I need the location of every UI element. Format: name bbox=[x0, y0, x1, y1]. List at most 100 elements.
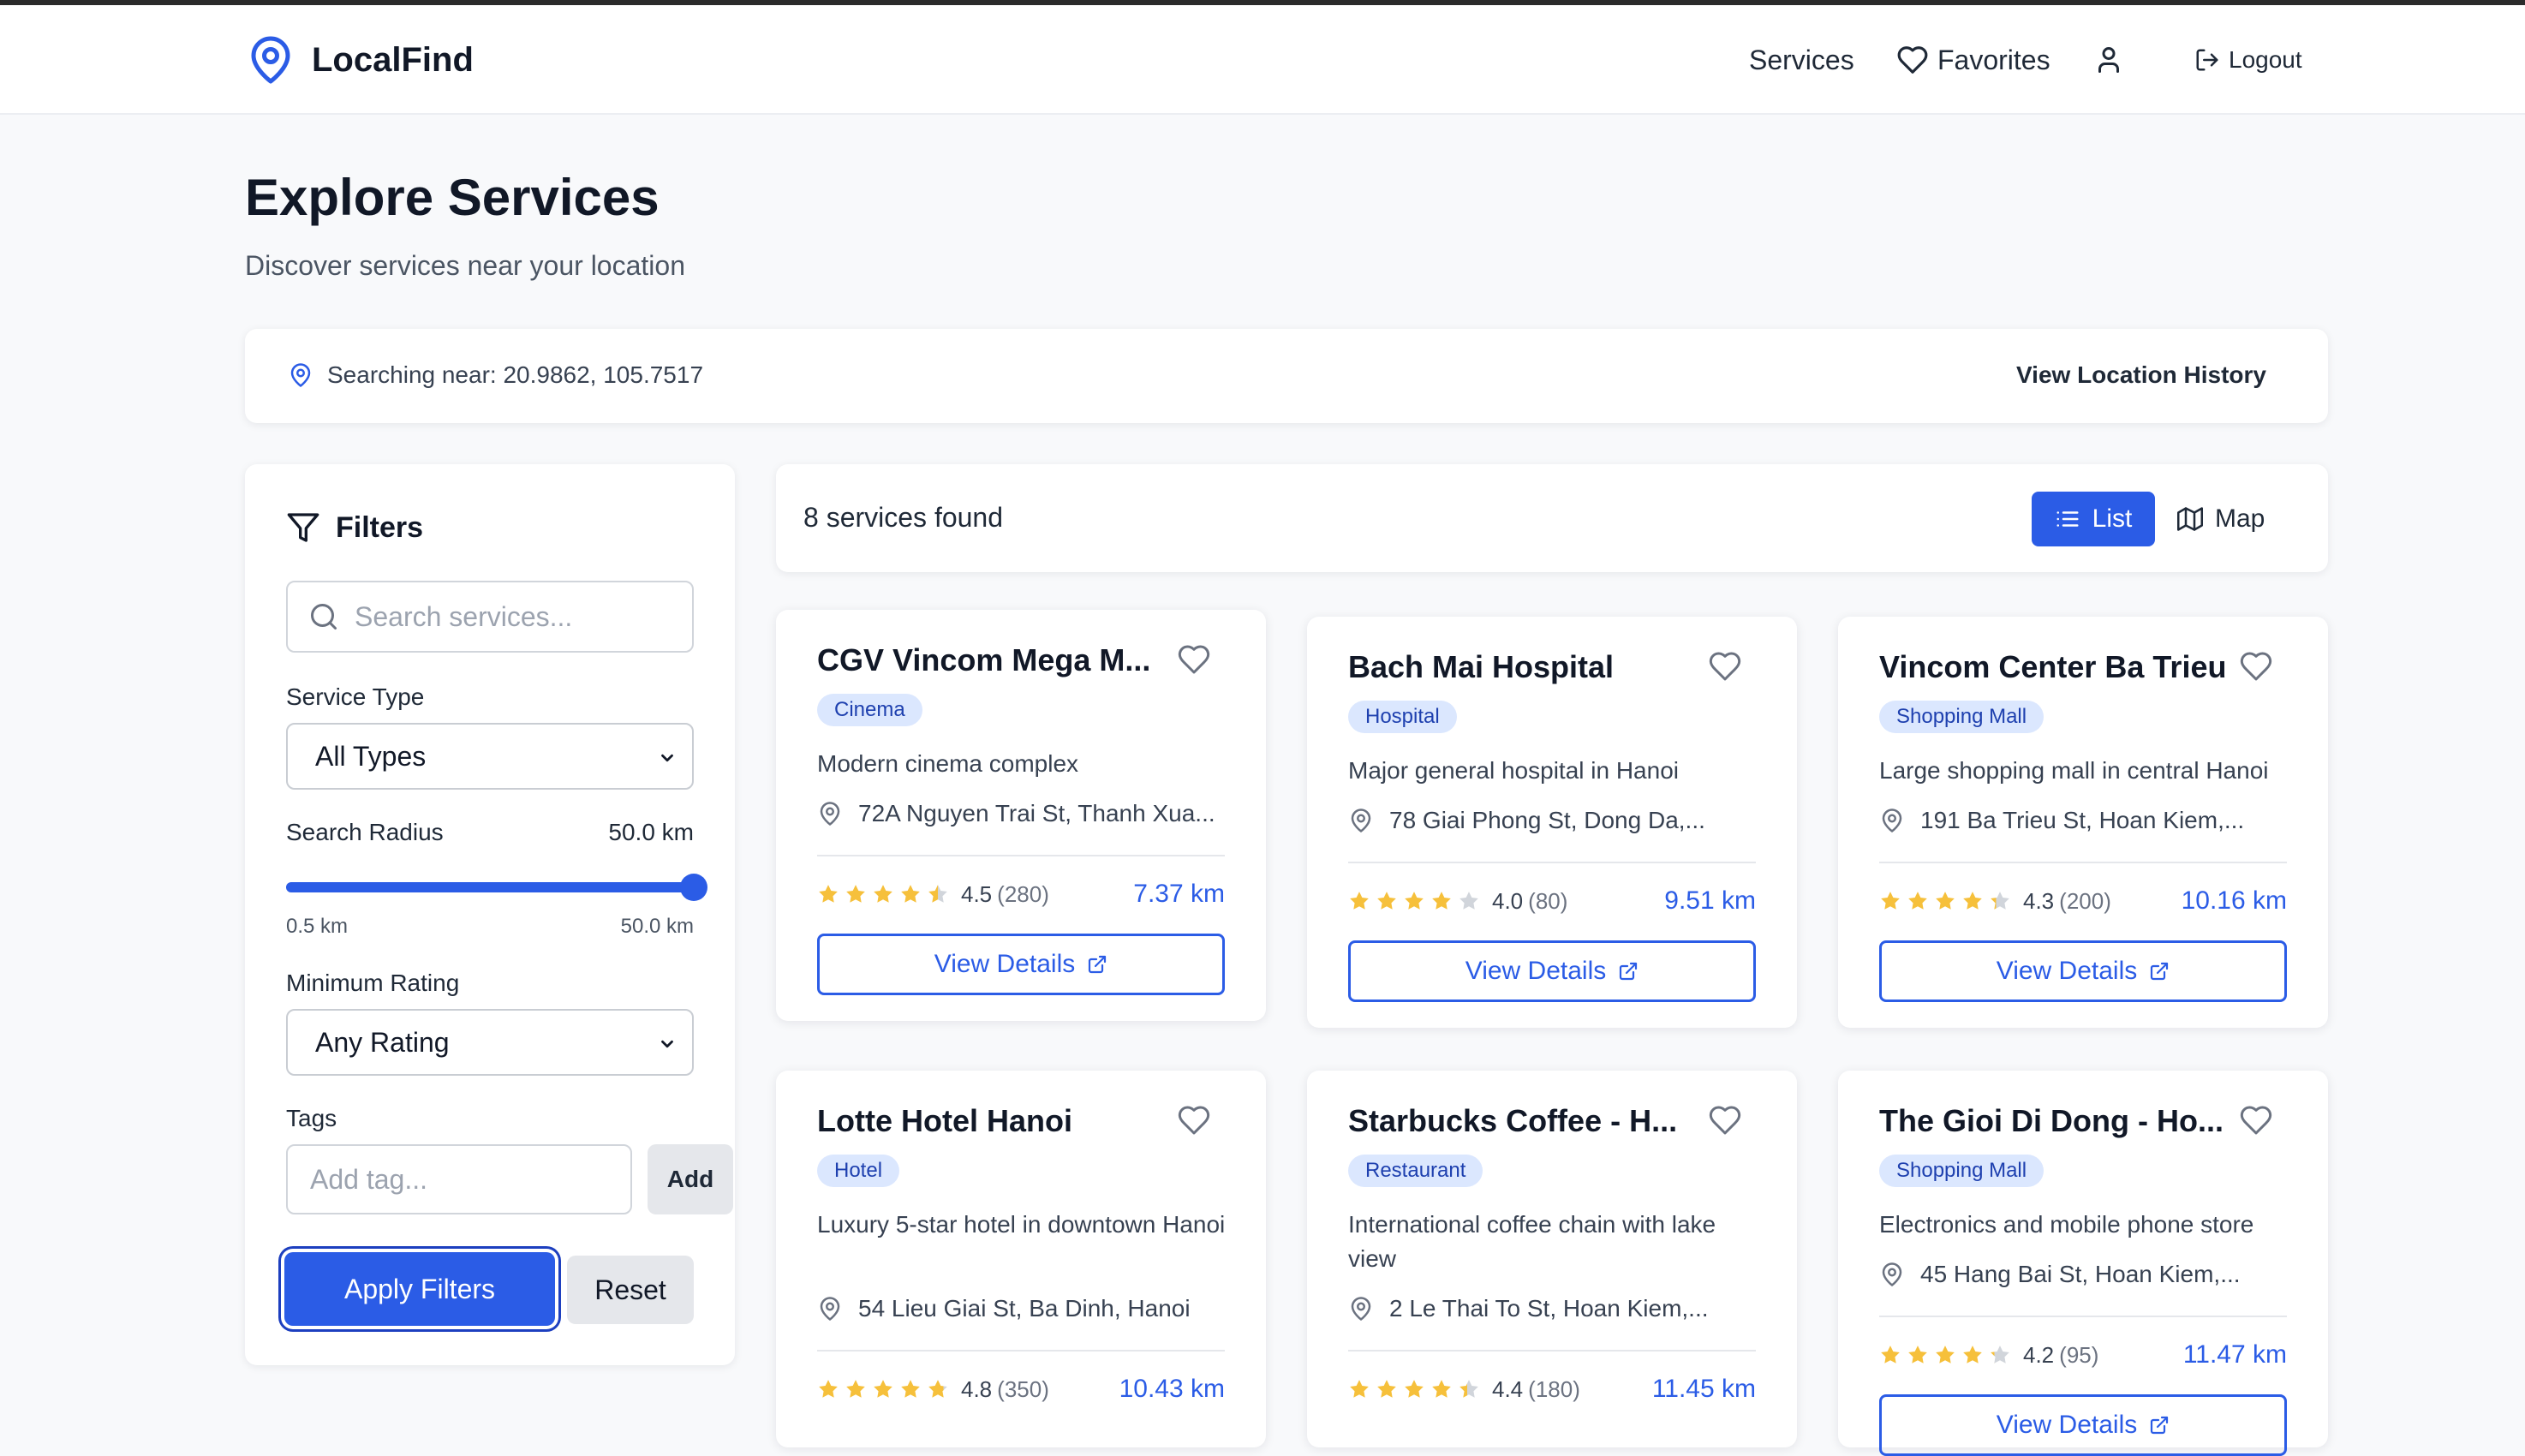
rating-count: (95) bbox=[2059, 1341, 2099, 1368]
rating-row: 4.0 (80) 9.51 km bbox=[1348, 884, 1756, 918]
search-radius-label: Search Radius bbox=[286, 819, 444, 845]
service-address: 2 Le Thai To St, Hoan Kiem,... bbox=[1348, 1295, 1709, 1322]
service-title: Bach Mai Hospital bbox=[1348, 649, 1615, 684]
map-pin-icon bbox=[290, 363, 311, 387]
divider bbox=[817, 855, 1225, 856]
service-address-text: 45 Hang Bai St, Hoan Kiem,... bbox=[1920, 1261, 2241, 1287]
service-card[interactable]: The Gioi Di Dong - Ho... Shopping Mall E… bbox=[1838, 1071, 2328, 1456]
service-title: Vincom Center Ba Trieu bbox=[1879, 649, 2227, 684]
view-details-button[interactable]: View Details bbox=[1879, 1394, 2287, 1456]
map-view-label: Map bbox=[2215, 504, 2265, 533]
heart-icon bbox=[2240, 652, 2272, 681]
add-tag-button[interactable]: Add bbox=[648, 1144, 733, 1214]
service-card[interactable]: CGV Vincom Mega M... Cinema Modern cinem… bbox=[776, 610, 1266, 1021]
tag-input[interactable] bbox=[286, 1144, 632, 1214]
filter-icon bbox=[287, 513, 319, 542]
service-title: CGV Vincom Mega M... bbox=[817, 642, 1151, 677]
view-details-label: View Details bbox=[1465, 957, 1607, 985]
brand-name: LocalFind bbox=[312, 40, 474, 79]
service-address: 78 Giai Phong St, Dong Da,... bbox=[1348, 807, 1705, 834]
rating-row: 4.3 (200) 10.16 km bbox=[1879, 884, 2287, 918]
external-link-icon bbox=[1620, 962, 1638, 981]
category-badge: Hospital bbox=[1348, 701, 1457, 733]
star-rating bbox=[1879, 1344, 2016, 1366]
service-description: Luxury 5-star hotel in downtown Hanoi bbox=[817, 1211, 1226, 1238]
star-icon bbox=[874, 885, 892, 903]
favorite-button[interactable] bbox=[2239, 649, 2273, 688]
map-pin-icon bbox=[820, 802, 840, 826]
logout-label: Logout bbox=[2229, 46, 2302, 73]
divider bbox=[817, 1350, 1225, 1352]
chevron-down-icon bbox=[661, 1040, 673, 1048]
favorite-button[interactable] bbox=[1708, 649, 1742, 688]
star-icon bbox=[1405, 1380, 1424, 1398]
logout-button[interactable]: Logout bbox=[2194, 46, 2302, 74]
favorite-button[interactable] bbox=[1177, 642, 1211, 681]
heart-icon bbox=[1178, 1106, 1210, 1135]
view-details-label: View Details bbox=[1996, 1411, 2138, 1439]
user-profile-icon[interactable] bbox=[2093, 44, 2124, 76]
heart-icon bbox=[1709, 652, 1741, 681]
star-icon bbox=[1908, 1346, 1927, 1364]
star-icon bbox=[928, 885, 947, 903]
nav-favorites-label: Favorites bbox=[1937, 44, 2050, 75]
service-address-text: 72A Nguyen Trai St, Thanh Xua... bbox=[858, 800, 1215, 826]
filters-title: Filters bbox=[336, 510, 424, 544]
view-details-button[interactable]: View Details bbox=[1348, 940, 1756, 1002]
star-icon bbox=[1432, 1380, 1451, 1398]
star-icon bbox=[874, 1380, 892, 1398]
filters-heading: Filters bbox=[286, 510, 423, 545]
search-radius-slider[interactable] bbox=[286, 874, 707, 901]
view-location-history-button[interactable]: View Location History bbox=[2016, 361, 2266, 389]
service-card[interactable]: Vincom Center Ba Trieu Shopping Mall Lar… bbox=[1838, 617, 2328, 1028]
distance: 11.45 km bbox=[1651, 1375, 1756, 1403]
view-details-button[interactable]: View Details bbox=[1879, 940, 2287, 1002]
distance: 10.16 km bbox=[2181, 886, 2287, 915]
star-icon bbox=[1991, 1346, 2009, 1364]
service-description: Electronics and mobile phone store bbox=[1879, 1211, 2254, 1238]
view-details-label: View Details bbox=[1996, 957, 2138, 985]
map-view-button[interactable]: Map bbox=[2177, 492, 2265, 546]
rating-count: (280) bbox=[997, 880, 1049, 907]
service-card[interactable]: Starbucks Coffee - H... Restaurant Inter… bbox=[1307, 1071, 1797, 1447]
map-pin-icon bbox=[820, 1297, 840, 1321]
list-view-label: List bbox=[2092, 504, 2133, 533]
nav-favorites-link[interactable]: Favorites bbox=[1896, 44, 2050, 76]
star-rating bbox=[1348, 890, 1485, 912]
nav-services-link[interactable]: Services bbox=[1749, 45, 1854, 76]
service-type-select[interactable]: All Types bbox=[286, 723, 694, 790]
radius-max-label: 50.0 km bbox=[620, 915, 694, 938]
divider bbox=[1879, 862, 2287, 863]
favorite-button[interactable] bbox=[1708, 1103, 1742, 1142]
star-icon bbox=[1377, 892, 1396, 910]
heart-icon bbox=[1178, 645, 1210, 674]
chevron-down-icon bbox=[661, 754, 673, 762]
star-icon bbox=[1963, 892, 1982, 910]
star-icon bbox=[846, 1380, 865, 1398]
favorite-button[interactable] bbox=[1177, 1103, 1211, 1142]
star-rating bbox=[1348, 1378, 1485, 1400]
service-card[interactable]: Bach Mai Hospital Hospital Major general… bbox=[1307, 617, 1797, 1028]
logout-icon bbox=[2196, 49, 2218, 71]
apply-filters-button[interactable]: Apply Filters bbox=[284, 1252, 555, 1326]
rating-value: 4.3 bbox=[2023, 887, 2055, 914]
service-type-label: Service Type bbox=[286, 683, 425, 710]
results-toolbar: 8 services found List Map bbox=[776, 464, 2328, 572]
minimum-rating-select[interactable]: Any Rating bbox=[286, 1009, 694, 1076]
search-input[interactable] bbox=[286, 581, 694, 653]
service-description: Modern cinema complex bbox=[817, 750, 1079, 777]
service-address-text: 191 Ba Trieu St, Hoan Kiem,... bbox=[1920, 807, 2245, 833]
slider-thumb[interactable] bbox=[680, 874, 707, 901]
service-type-value: All Types bbox=[315, 741, 427, 772]
results-count: 8 services found bbox=[803, 502, 1004, 533]
view-details-button[interactable]: View Details bbox=[817, 934, 1225, 995]
star-icon bbox=[928, 1380, 947, 1398]
list-view-button[interactable]: List bbox=[2032, 492, 2155, 546]
favorite-button[interactable] bbox=[2239, 1103, 2273, 1142]
reset-button[interactable]: Reset bbox=[567, 1256, 694, 1324]
rating-count: (80) bbox=[1528, 887, 1568, 914]
service-card[interactable]: Lotte Hotel Hanoi Hotel Luxury 5-star ho… bbox=[776, 1071, 1266, 1447]
category-badge: Shopping Mall bbox=[1879, 1155, 2044, 1187]
brand-logo[interactable]: LocalFind bbox=[245, 33, 474, 87]
external-link-icon bbox=[2151, 1416, 2169, 1435]
